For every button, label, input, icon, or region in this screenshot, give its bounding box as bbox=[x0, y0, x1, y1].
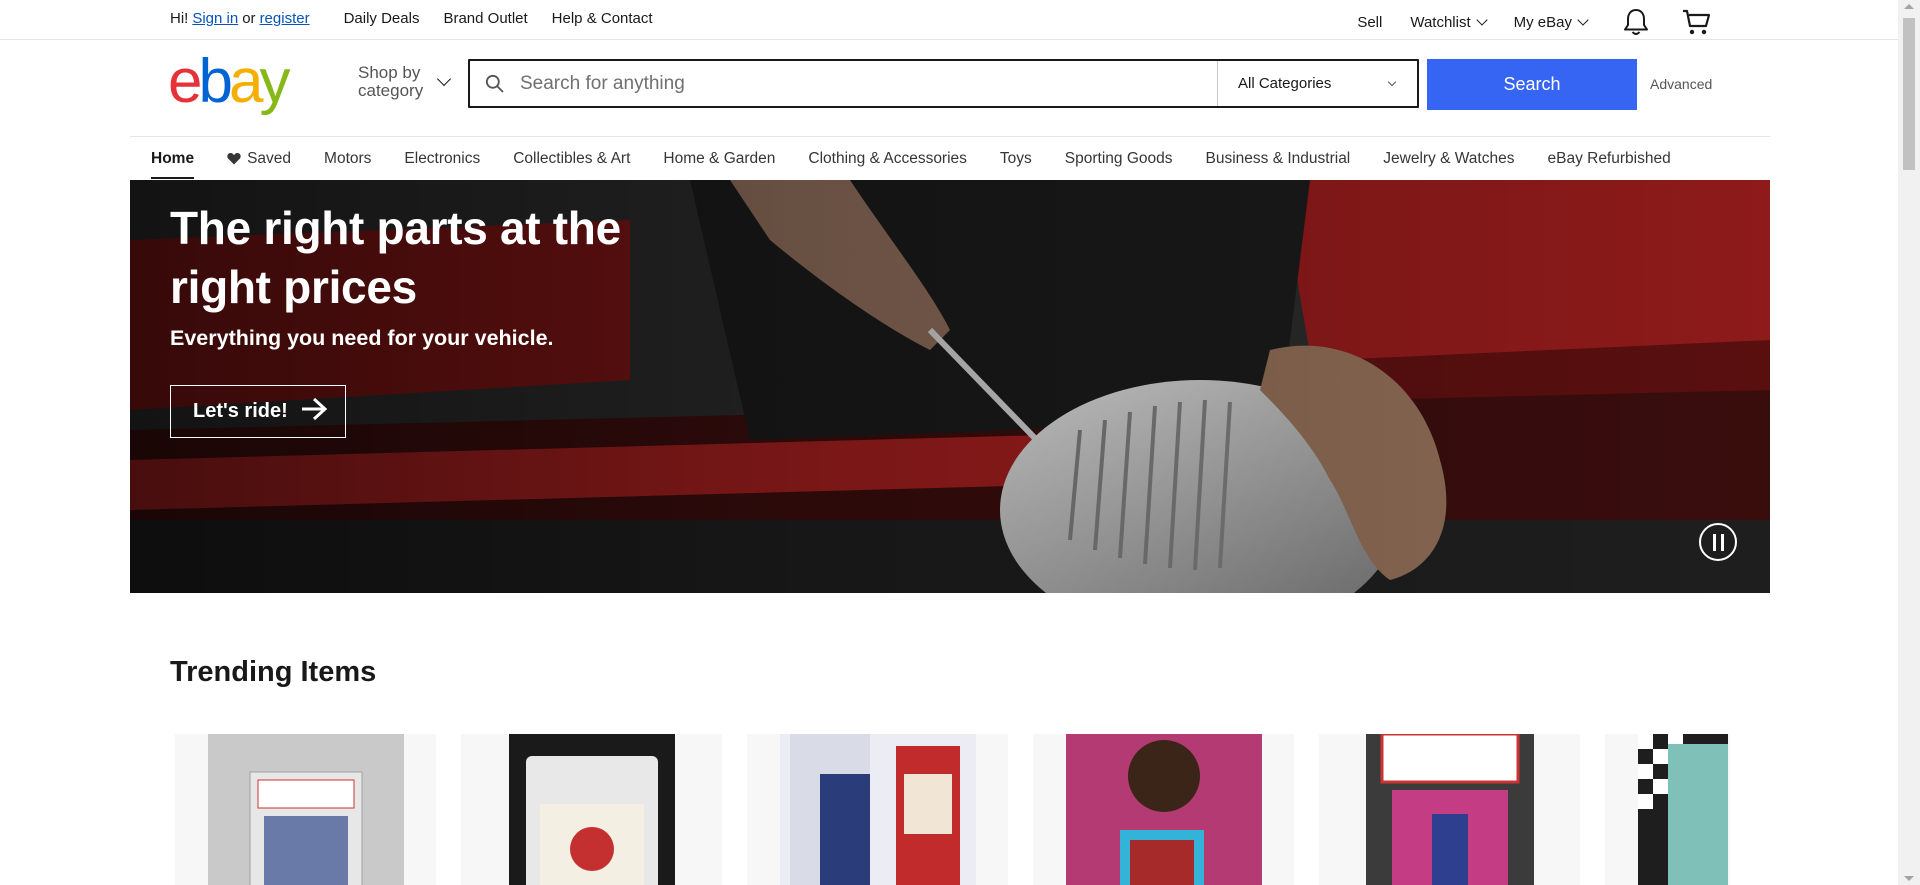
scroll-down-arrow-icon[interactable] bbox=[1904, 876, 1914, 881]
main-header: ebay Shop by category All Categories Sea… bbox=[0, 40, 1898, 136]
trending-item-image bbox=[208, 734, 404, 885]
sell-link[interactable]: Sell bbox=[1357, 14, 1382, 31]
greeting-prefix: Hi! bbox=[170, 10, 189, 27]
bell-icon[interactable] bbox=[1621, 7, 1651, 37]
page-scrollbar[interactable] bbox=[1898, 0, 1920, 885]
hero-banner[interactable]: The right parts at the right prices Ever… bbox=[130, 180, 1770, 593]
topbar-right: Sell Watchlist My eBay bbox=[1357, 7, 1711, 37]
top-utility-bar: Hi! Sign in or register Daily Deals Bran… bbox=[0, 0, 1898, 40]
nav-item-sporting-goods[interactable]: Sporting Goods bbox=[1065, 137, 1173, 180]
topbar-left: Hi! Sign in or register Daily Deals Bran… bbox=[170, 10, 653, 27]
register-link[interactable]: register bbox=[260, 10, 310, 27]
sell-label: Sell bbox=[1357, 13, 1383, 31]
topbar-links: Daily Deals Brand Outlet Help & Contact bbox=[344, 10, 653, 27]
search-button[interactable]: Search bbox=[1427, 59, 1637, 110]
pause-bar bbox=[1712, 533, 1716, 551]
chevron-down-icon bbox=[1475, 14, 1488, 26]
trending-item-image bbox=[1366, 734, 1534, 885]
trending-item-image bbox=[1638, 734, 1728, 885]
nav-item-business-industrial[interactable]: Business & Industrial bbox=[1206, 137, 1351, 180]
category-select[interactable]: All Categories bbox=[1217, 61, 1417, 106]
nav-item-home-garden[interactable]: Home & Garden bbox=[663, 137, 775, 180]
search-input[interactable] bbox=[518, 61, 1217, 106]
hero-title: The right parts at the right prices bbox=[170, 202, 621, 313]
trending-card[interactable] bbox=[747, 734, 1008, 885]
trending-card[interactable] bbox=[1033, 734, 1294, 885]
logo-letter-b: b bbox=[198, 54, 230, 116]
brand-outlet-link[interactable]: Brand Outlet bbox=[443, 10, 527, 27]
logo-letter-y: y bbox=[259, 54, 290, 116]
trending-card[interactable] bbox=[1605, 734, 1730, 885]
nav-item-clothing-accessories[interactable]: Clothing & Accessories bbox=[808, 137, 967, 180]
hero-cta-button[interactable]: Let's ride! bbox=[170, 385, 346, 438]
sign-in-link[interactable]: Sign in bbox=[192, 10, 238, 27]
nav-item-electronics[interactable]: Electronics bbox=[404, 137, 480, 180]
chevron-down-icon bbox=[1577, 14, 1589, 26]
my-ebay-label: My eBay bbox=[1513, 13, 1572, 31]
pause-bar bbox=[1720, 533, 1724, 551]
shop-by-label: Shop by category bbox=[358, 64, 423, 100]
watchlist-menu[interactable]: Watchlist bbox=[1410, 13, 1488, 31]
shop-by-line-1: Shop by bbox=[358, 63, 421, 82]
nav-item-home[interactable]: Home bbox=[151, 137, 195, 180]
category-nav: Home Saved Motors Electronics Collectibl… bbox=[130, 136, 1770, 180]
trending-title: Trending Items bbox=[170, 656, 377, 688]
chevron-down-icon bbox=[437, 71, 452, 87]
shop-by-line-2: category bbox=[358, 81, 424, 100]
logo-letter-e: e bbox=[168, 54, 200, 116]
nav-item-toys[interactable]: Toys bbox=[1000, 137, 1032, 180]
watchlist-label: Watchlist bbox=[1410, 13, 1471, 31]
nav-item-saved[interactable]: Saved bbox=[227, 137, 291, 180]
nav-item-motors[interactable]: Motors bbox=[324, 137, 371, 180]
chevron-down-icon bbox=[1387, 77, 1397, 86]
scroll-up-arrow-icon[interactable] bbox=[1904, 4, 1914, 9]
nav-item-collectibles-art[interactable]: Collectibles & Art bbox=[513, 137, 630, 180]
arrow-right-icon bbox=[300, 397, 328, 427]
trending-card[interactable] bbox=[461, 734, 722, 885]
nav-item-jewelry-watches[interactable]: Jewelry & Watches bbox=[1383, 137, 1514, 180]
greeting: Hi! Sign in or register bbox=[170, 10, 310, 27]
trending-card[interactable] bbox=[175, 734, 436, 885]
svg-text:ebay: ebay bbox=[168, 54, 290, 116]
nav-item-ebay-refurbished[interactable]: eBay Refurbished bbox=[1547, 137, 1670, 180]
search-icon bbox=[470, 61, 518, 106]
my-ebay-menu[interactable]: My eBay bbox=[1513, 13, 1589, 31]
hero-cta-label: Let's ride! bbox=[193, 400, 288, 422]
heart-icon bbox=[227, 152, 241, 165]
trending-item-image bbox=[1066, 734, 1262, 885]
category-selected-value: All Categories bbox=[1238, 75, 1332, 92]
search-bar: All Categories bbox=[468, 59, 1419, 108]
pause-icon[interactable] bbox=[1699, 523, 1737, 561]
help-contact-link[interactable]: Help & Contact bbox=[552, 10, 653, 27]
greeting-or: or bbox=[242, 10, 256, 27]
advanced-search-link[interactable]: Advanced bbox=[1650, 76, 1712, 92]
trending-carousel bbox=[175, 734, 1730, 885]
scrollbar-thumb[interactable] bbox=[1903, 18, 1915, 170]
trending-item-image bbox=[509, 734, 675, 885]
daily-deals-link[interactable]: Daily Deals bbox=[344, 10, 420, 27]
nav-item-saved-label: Saved bbox=[247, 149, 292, 167]
ebay-logo[interactable]: ebay bbox=[168, 54, 318, 116]
trending-item-image bbox=[780, 734, 976, 885]
hero-subtitle: Everything you need for your vehicle. bbox=[170, 326, 554, 350]
trending-card[interactable] bbox=[1319, 734, 1580, 885]
shop-by-category-button[interactable]: Shop by category bbox=[358, 64, 452, 100]
cart-icon[interactable] bbox=[1681, 7, 1711, 37]
